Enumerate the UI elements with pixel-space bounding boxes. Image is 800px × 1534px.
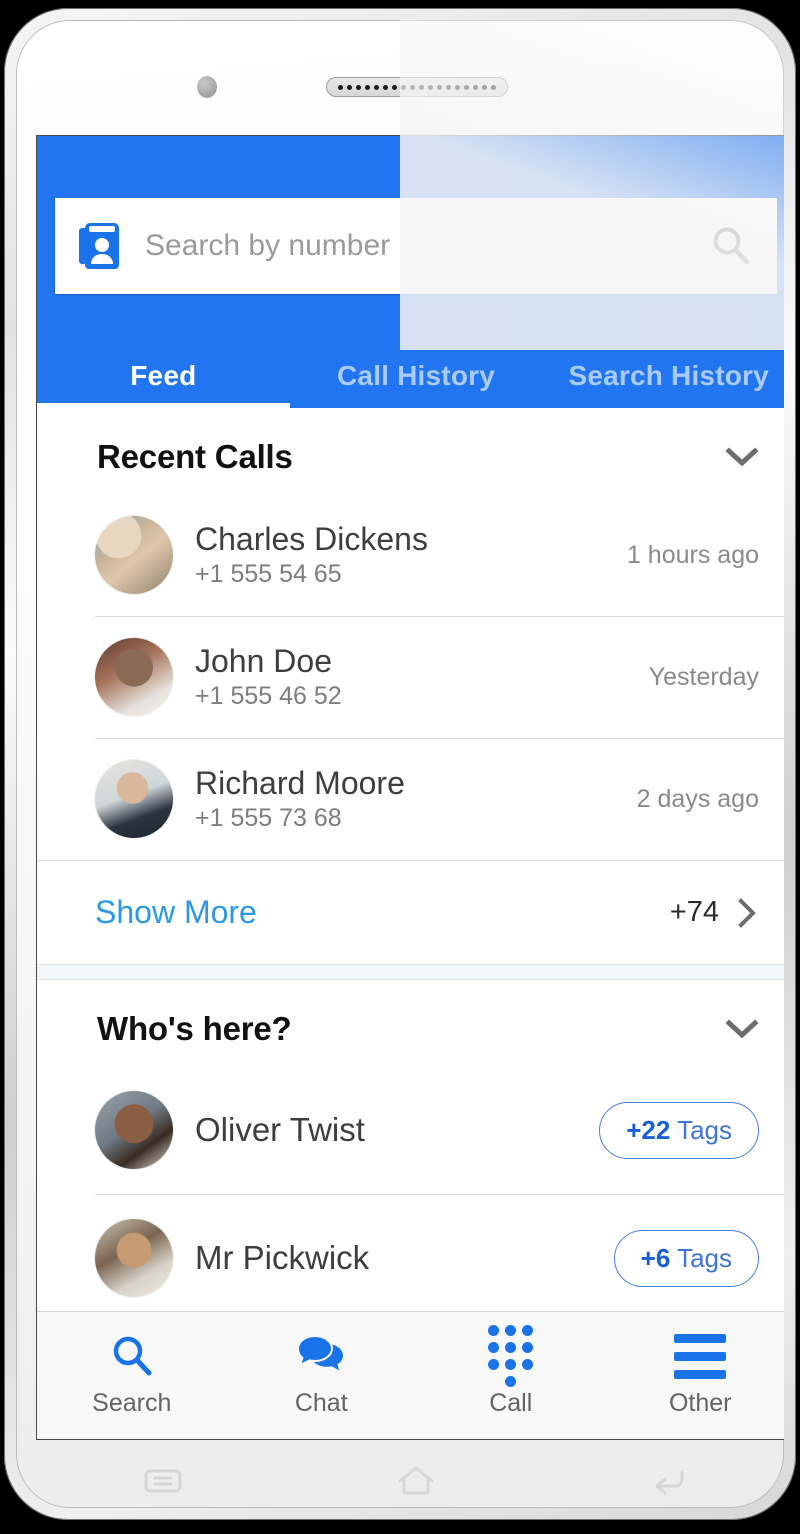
bottom-navigation: Search Chat Call Other bbox=[37, 1311, 784, 1439]
contact-name: John Doe bbox=[195, 642, 332, 679]
show-more-label: Show More bbox=[95, 894, 257, 930]
app-header: Feed Call History Search History bbox=[37, 136, 784, 408]
search-input[interactable] bbox=[145, 229, 695, 263]
contact-number: +1 555 46 52 bbox=[195, 682, 342, 711]
chat-bubbles-icon bbox=[297, 1333, 345, 1379]
nav-item-chat[interactable]: Chat bbox=[227, 1312, 417, 1439]
dialpad-icon bbox=[488, 1325, 534, 1387]
tags-count: +22 bbox=[626, 1114, 671, 1145]
avatar bbox=[95, 1091, 173, 1169]
whos-here-header: Who's here? bbox=[37, 980, 784, 1066]
home-icon[interactable] bbox=[289, 1464, 542, 1498]
feed-content: Recent Calls Charles Dickens +1 555 54 6… bbox=[37, 408, 784, 1311]
contact-book-icon bbox=[77, 221, 123, 271]
show-more-button[interactable]: Show More +74 bbox=[37, 860, 784, 964]
list-item[interactable]: Oliver Twist +22 Tags bbox=[37, 1066, 784, 1194]
tab-search-history-label: Search History bbox=[568, 360, 769, 391]
nav-item-call[interactable]: Call bbox=[416, 1312, 606, 1439]
chevron-down-icon[interactable] bbox=[725, 1018, 759, 1040]
tags-count: +6 bbox=[640, 1242, 671, 1273]
call-time: 2 days ago bbox=[636, 784, 759, 813]
menu-icon bbox=[674, 1333, 727, 1379]
phone-device: Feed Call History Search History bbox=[0, 0, 800, 1534]
tags-label: Tags bbox=[677, 1114, 732, 1145]
nav-label-search: Search bbox=[92, 1389, 172, 1417]
contact-name: Mr Pickwick bbox=[195, 1238, 370, 1276]
nav-item-search[interactable]: Search bbox=[37, 1312, 227, 1439]
phone-body: Feed Call History Search History bbox=[4, 8, 796, 1520]
android-softkeys bbox=[36, 1442, 784, 1508]
camera-dot bbox=[197, 76, 217, 98]
table-row[interactable]: Charles Dickens +1 555 54 65 1 hours ago bbox=[37, 494, 784, 616]
contact-name: Oliver Twist bbox=[195, 1110, 365, 1148]
search-icon bbox=[109, 1333, 155, 1379]
avatar bbox=[95, 516, 173, 594]
recent-calls-header: Recent Calls bbox=[37, 408, 784, 494]
nav-label-other: Other bbox=[668, 1389, 732, 1417]
tab-feed[interactable]: Feed bbox=[37, 316, 290, 408]
tags-badge[interactable]: +22 Tags bbox=[599, 1101, 759, 1159]
nav-label-chat: Chat bbox=[294, 1389, 348, 1417]
call-time: 1 hours ago bbox=[626, 540, 759, 569]
speaker-grille bbox=[326, 77, 508, 97]
contact-number: +1 555 73 68 bbox=[195, 804, 342, 833]
contact-name: Richard Moore bbox=[195, 764, 405, 801]
section-divider bbox=[37, 964, 784, 980]
nav-label-call: Call bbox=[489, 1389, 533, 1417]
show-more-count: +74 bbox=[669, 896, 719, 928]
chevron-down-icon[interactable] bbox=[725, 446, 759, 468]
phone-front-panel: Feed Call History Search History bbox=[16, 20, 784, 1508]
app-screen: Feed Call History Search History bbox=[36, 135, 784, 1440]
tab-bar: Feed Call History Search History bbox=[37, 316, 784, 408]
tab-call-history-label: Call History bbox=[337, 360, 495, 391]
whos-here-title: Who's here? bbox=[97, 1010, 292, 1047]
table-row[interactable]: John Doe +1 555 46 52 Yesterday bbox=[37, 616, 784, 738]
search-icon[interactable] bbox=[709, 224, 753, 268]
list-item[interactable]: Mr Pickwick +6 Tags bbox=[37, 1194, 784, 1311]
search-bar[interactable] bbox=[55, 198, 777, 294]
tab-search-history[interactable]: Search History bbox=[542, 316, 784, 408]
recent-calls-title: Recent Calls bbox=[97, 438, 293, 475]
avatar bbox=[95, 1219, 173, 1297]
avatar bbox=[95, 638, 173, 716]
tab-call-history[interactable]: Call History bbox=[290, 316, 543, 408]
chevron-right-icon bbox=[737, 897, 757, 929]
avatar bbox=[95, 760, 173, 838]
recents-icon[interactable] bbox=[36, 1466, 289, 1496]
contact-name: Charles Dickens bbox=[195, 520, 428, 557]
tab-feed-label: Feed bbox=[130, 360, 197, 391]
back-icon[interactable] bbox=[543, 1464, 784, 1498]
table-row[interactable]: Richard Moore +1 555 73 68 2 days ago bbox=[37, 738, 784, 860]
tags-label: Tags bbox=[677, 1242, 732, 1273]
call-time: Yesterday bbox=[648, 662, 759, 691]
nav-item-other[interactable]: Other bbox=[606, 1312, 785, 1439]
contact-number: +1 555 54 65 bbox=[195, 560, 342, 589]
tags-badge[interactable]: +6 Tags bbox=[613, 1229, 759, 1287]
